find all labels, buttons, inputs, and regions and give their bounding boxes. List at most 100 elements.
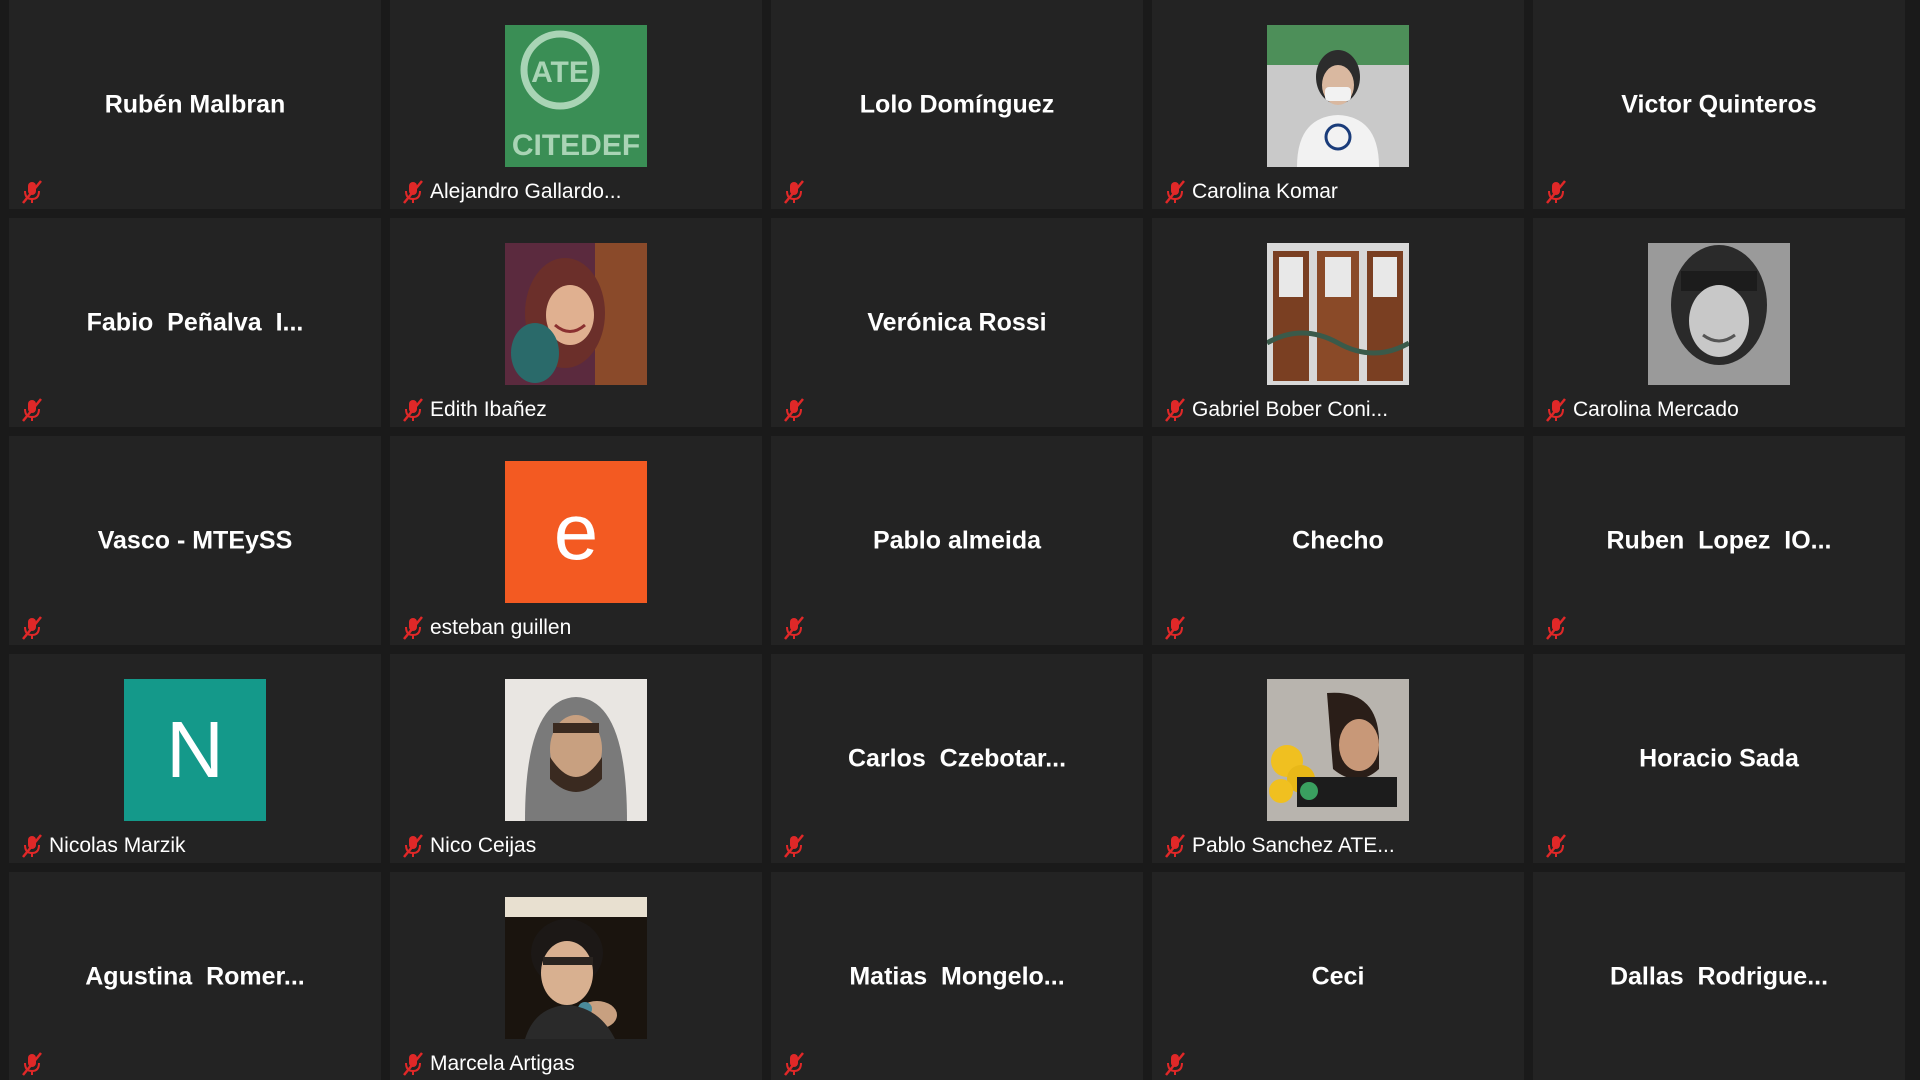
participant-name: Victor Quinteros: [1621, 90, 1817, 118]
muted-mic-icon: [403, 1052, 423, 1076]
participant-photo: [505, 897, 647, 1039]
participant-tile[interactable]: Matias Mongelo...: [771, 872, 1143, 1080]
participant-photo: [505, 243, 647, 385]
participant-tile[interactable]: Gabriel Bober Coni...: [1152, 218, 1524, 427]
participant-label: [15, 611, 53, 645]
participant-label: esteban guillen: [396, 611, 580, 645]
participant-tile[interactable]: Carlos Czebotar...: [771, 654, 1143, 863]
participant-tile[interactable]: Vasco - MTEySS: [9, 436, 381, 645]
participant-label: [1158, 1047, 1196, 1080]
participant-label: [777, 175, 815, 209]
muted-mic-icon: [1165, 180, 1185, 204]
participant-tile[interactable]: Horacio Sada: [1533, 654, 1905, 863]
participant-label: [15, 175, 53, 209]
participant-label: Carolina Komar: [1158, 175, 1346, 209]
participant-name: Verónica Rossi: [867, 308, 1047, 336]
participant-name: Horacio Sada: [1639, 744, 1799, 772]
participant-tile[interactable]: Ruben Lopez IO...: [1533, 436, 1905, 645]
participant-name: Ruben Lopez IO...: [1606, 526, 1832, 554]
muted-mic-icon: [22, 834, 42, 858]
muted-mic-icon: [403, 616, 423, 640]
participant-photo: [1267, 25, 1409, 167]
participant-label-text: Pablo Sanchez ATE...: [1192, 834, 1395, 857]
letter-avatar: N: [124, 679, 266, 821]
participant-label: Marcela Artigas: [396, 1047, 583, 1080]
participant-label: [15, 393, 53, 427]
participant-label: Nico Ceijas: [396, 829, 545, 863]
muted-mic-icon: [1546, 180, 1566, 204]
participant-label: [777, 611, 815, 645]
participant-label: [1539, 611, 1577, 645]
participant-photo: [1648, 243, 1790, 385]
muted-mic-icon: [22, 616, 42, 640]
participant-photo: [1267, 679, 1409, 821]
participant-tile[interactable]: N Nicolas Marzik: [9, 654, 381, 863]
muted-mic-icon: [1165, 616, 1185, 640]
participant-name: Lolo Domínguez: [859, 90, 1055, 118]
participant-label: [777, 829, 815, 863]
participant-label-text: Marcela Artigas: [430, 1052, 575, 1075]
muted-mic-icon: [1546, 834, 1566, 858]
ate-citedef-logo: ATE CITEDEF: [505, 25, 647, 167]
letter-avatar: e: [505, 461, 647, 603]
participant-tile[interactable]: Victor Quinteros: [1533, 0, 1905, 209]
participant-name: Ceci: [1311, 962, 1365, 990]
participant-tile[interactable]: ATE CITEDEF Alejandro Gallardo...: [390, 0, 762, 209]
participant-photo: [505, 679, 647, 821]
muted-mic-icon: [1546, 398, 1566, 422]
participant-label: [1158, 611, 1196, 645]
participant-tile[interactable]: Verónica Rossi: [771, 218, 1143, 427]
participant-name: Vasco - MTEySS: [97, 526, 293, 554]
participant-label: Nicolas Marzik: [15, 829, 194, 863]
participant-name: Matias Mongelo...: [849, 962, 1065, 990]
participant-label: [1539, 829, 1577, 863]
participant-tile[interactable]: Ceci: [1152, 872, 1524, 1080]
svg-text:CITEDEF: CITEDEF: [512, 129, 640, 162]
participant-label: [15, 1047, 53, 1080]
participant-tile[interactable]: Marcela Artigas: [390, 872, 762, 1080]
muted-mic-icon: [22, 398, 42, 422]
participant-name: Agustina Romer...: [85, 962, 305, 990]
muted-mic-icon: [403, 180, 423, 204]
participant-label: [777, 393, 815, 427]
muted-mic-icon: [784, 180, 804, 204]
participant-label: Alejandro Gallardo...: [396, 175, 630, 209]
participant-label-text: Carolina Komar: [1192, 180, 1338, 203]
participant-tile[interactable]: Pablo almeida: [771, 436, 1143, 645]
participant-photo: [1267, 243, 1409, 385]
participant-name: Pablo almeida: [872, 526, 1042, 554]
participant-label: Pablo Sanchez ATE...: [1158, 829, 1403, 863]
muted-mic-icon: [1165, 398, 1185, 422]
participant-tile[interactable]: Pablo Sanchez ATE...: [1152, 654, 1524, 863]
muted-mic-icon: [403, 834, 423, 858]
participant-tile[interactable]: Fabio Peñalva I...: [9, 218, 381, 427]
participant-tile[interactable]: Carolina Mercado: [1533, 218, 1905, 427]
svg-text:ATE: ATE: [531, 56, 589, 89]
muted-mic-icon: [784, 398, 804, 422]
participant-tile[interactable]: Rubén Malbran: [9, 0, 381, 209]
muted-mic-icon: [784, 1052, 804, 1076]
participant-name: Dallas Rodrigue...: [1609, 962, 1829, 990]
muted-mic-icon: [784, 834, 804, 858]
participant-label: [777, 1047, 815, 1080]
participant-tile[interactable]: e esteban guillen: [390, 436, 762, 645]
participant-label-text: Edith Ibañez: [430, 398, 547, 421]
participant-tile[interactable]: Checho: [1152, 436, 1524, 645]
muted-mic-icon: [1546, 616, 1566, 640]
participant-label-text: Carolina Mercado: [1573, 398, 1739, 421]
participant-label-text: Nicolas Marzik: [49, 834, 186, 857]
participant-label: Edith Ibañez: [396, 393, 555, 427]
participant-tile[interactable]: Lolo Domínguez: [771, 0, 1143, 209]
participant-tile[interactable]: Agustina Romer...: [9, 872, 381, 1080]
participant-label: [1539, 175, 1577, 209]
participant-label-text: Nico Ceijas: [430, 834, 537, 857]
participant-tile[interactable]: Nico Ceijas: [390, 654, 762, 863]
muted-mic-icon: [1165, 834, 1185, 858]
participant-tile[interactable]: Dallas Rodrigue...: [1533, 872, 1905, 1080]
participant-tile[interactable]: Edith Ibañez: [390, 218, 762, 427]
participant-label-text: Gabriel Bober Coni...: [1192, 398, 1389, 421]
participant-tile[interactable]: Carolina Komar: [1152, 0, 1524, 209]
muted-mic-icon: [22, 1052, 42, 1076]
muted-mic-icon: [784, 616, 804, 640]
participant-label-text: Alejandro Gallardo...: [430, 180, 622, 203]
